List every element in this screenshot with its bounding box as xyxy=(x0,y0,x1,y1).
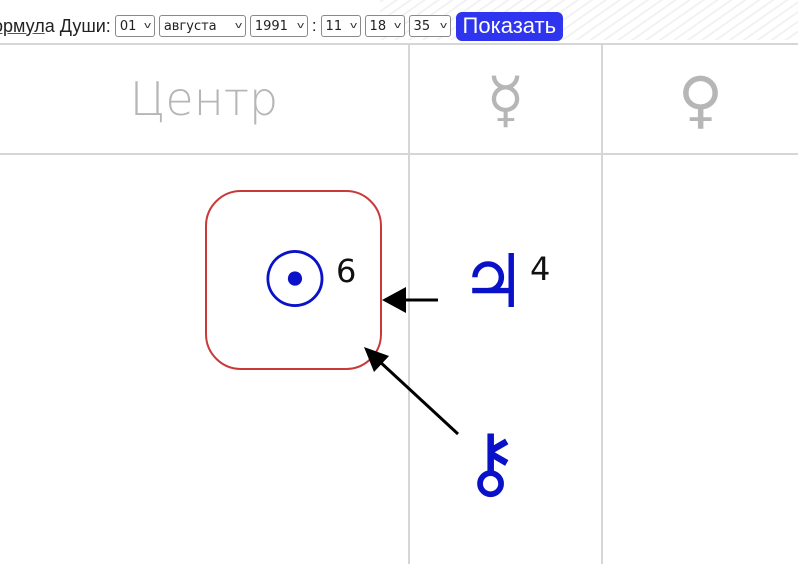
jupiter-arrow-head xyxy=(382,287,406,313)
chiron-arrow-line xyxy=(376,358,460,436)
arrows-layer xyxy=(364,287,460,436)
